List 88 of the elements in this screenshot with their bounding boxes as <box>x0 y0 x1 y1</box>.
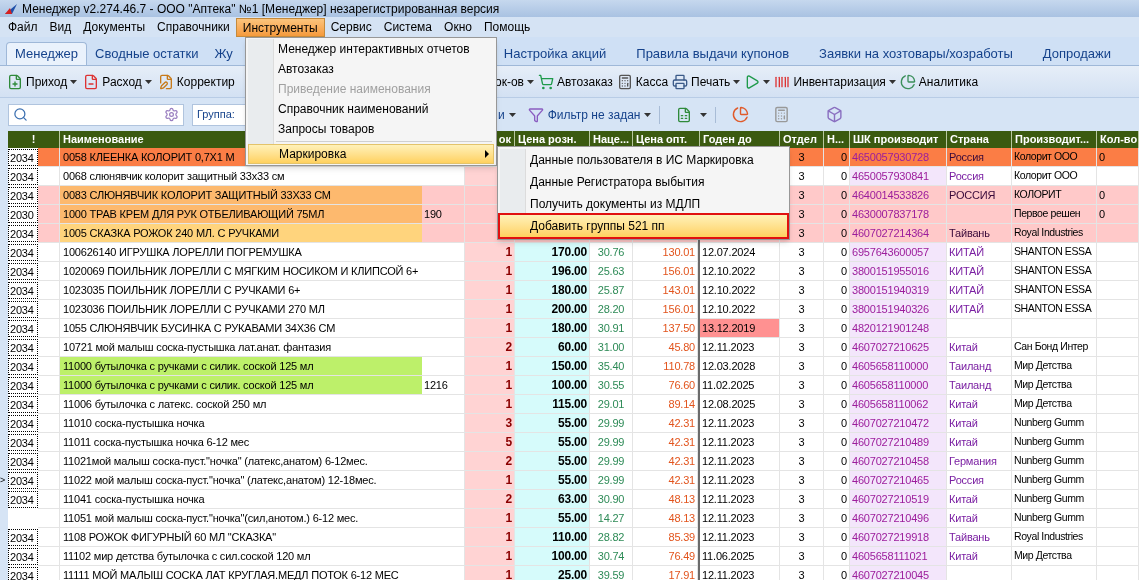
table-cell: 39.59 <box>590 566 633 580</box>
table-cell: 3800151940326 <box>850 300 947 319</box>
table-cell: 2034 <box>8 244 38 261</box>
table-cell: 100.00 <box>515 376 590 395</box>
table-cell: 3800151955016 <box>850 262 947 281</box>
table-cell: 2 <box>465 338 515 357</box>
table-cell: 2034 <box>8 548 38 565</box>
table-cell: 2034 <box>8 567 38 580</box>
table-cell: 2030 <box>8 206 38 223</box>
table-cell: 1 <box>465 319 515 338</box>
table-cell: 2034 <box>8 149 38 166</box>
table-cell: 180.00 <box>515 319 590 338</box>
table-cell: 1 <box>465 300 515 319</box>
table-cell: 1000 ТРАВ КРЕМ ДЛЯ РУК ОТБЕЛИВАЮЩИЙ 75МЛ <box>60 205 422 224</box>
table-cell: 2034 <box>8 339 38 356</box>
table-cell: 2034 <box>8 396 38 413</box>
table-cell: 4607027210472 <box>850 414 947 433</box>
table-cell: 2034 <box>8 187 38 204</box>
table-cell: 0083 СЛЮНЯВЧИК КОЛОРИТ ЗАЩИТНЫЙ 33Х33 СМ <box>60 186 422 205</box>
table-cell: 2034 <box>8 282 38 299</box>
table-cell: 12.11.2023 <box>700 566 780 580</box>
table-cell: 110.00 <box>515 528 590 547</box>
table-cell: 1 <box>465 281 515 300</box>
table-cell: 11000 бутылочка с ручками с силик. соской 125 мл <box>60 376 422 395</box>
table-cell: 1 <box>465 471 515 490</box>
table-cell: 1 <box>465 547 515 566</box>
table-cell: 2 <box>465 452 515 471</box>
table-cell: 2034 <box>8 377 38 394</box>
table-cell: 13.12.2019 <box>700 319 780 338</box>
table-cell: 1 <box>465 509 515 528</box>
table-cell: 1005 СКАЗКА РОЖОК 240 МЛ. С РУЧКАМИ <box>60 224 422 243</box>
table-cell: 2034 <box>8 472 38 489</box>
table-cell: 150.00 <box>515 357 590 376</box>
table-cell: 4605658111021 <box>850 547 947 566</box>
table-cell: 4607027210496 <box>850 509 947 528</box>
table-cell: 2034 <box>8 491 38 508</box>
table-cell: 196.00 <box>515 262 590 281</box>
table-cell: 170.00 <box>515 243 590 262</box>
table-cell: 4605658110062 <box>850 395 947 414</box>
table-cell: 1 <box>465 262 515 281</box>
table-cell: 2034 <box>8 453 38 470</box>
table-cell: 2034 <box>8 225 38 242</box>
table-cell: 3 <box>465 414 515 433</box>
table-cell: 1 <box>465 376 515 395</box>
table-cell: 1 <box>465 528 515 547</box>
table-cell: 5 <box>465 433 515 452</box>
table-cell: 4607027210458 <box>850 452 947 471</box>
table-cell: 2034 <box>8 358 38 375</box>
table-cell: 2034 <box>8 168 38 185</box>
table-cell: 200.00 <box>515 300 590 319</box>
table-cell: 2034 <box>8 263 38 280</box>
table-cell: 4607027219918 <box>850 528 947 547</box>
table-cell: 55.00 <box>515 414 590 433</box>
table-cell: 3 <box>780 566 824 580</box>
table-cell: 2034 <box>8 301 38 318</box>
table-cell: 63.00 <box>515 490 590 509</box>
table-cell: 25.00 <box>515 566 590 580</box>
table-cell: 180.00 <box>515 281 590 300</box>
table-cell: 2034 <box>8 434 38 451</box>
table-cell: 6957643600057 <box>850 243 947 262</box>
table-cell: 55.00 <box>515 433 590 452</box>
table-cell: 4605658110000 <box>850 376 947 395</box>
table-cell: 2034 <box>8 320 38 337</box>
table-cell: 55.00 <box>515 509 590 528</box>
table-cell: 1 <box>465 243 515 262</box>
window-title: Менеджер v2.274.46.7 - ООО "Аптека" №1 [Менеджер] незарегистрированная версия <box>22 0 500 18</box>
table-cell: 100.00 <box>515 547 590 566</box>
table-cell: 2034 <box>8 415 38 432</box>
table-cell: 4820121901248 <box>850 319 947 338</box>
table-cell: 1 <box>465 566 515 580</box>
table-cell: 1 <box>465 357 515 376</box>
table-cell: 4607027210045 <box>850 566 947 580</box>
table-cell: 1 <box>465 395 515 414</box>
table-cell: 60.00 <box>515 338 590 357</box>
table-cell: 55.00 <box>515 452 590 471</box>
table-cell: 2034 <box>8 529 38 546</box>
table-cell: 115.00 <box>515 395 590 414</box>
table-cell: 11000 бутылочка с ручками с силик. соской 125 мл <box>60 357 422 376</box>
table-cell: 2 <box>465 490 515 509</box>
table-cell: 4607027210465 <box>850 471 947 490</box>
table-cell: 11111 МОЙ МАЛЫШ СОСКА ЛАТ КРУГЛАЯ.МЕДЛ ПОТОК 6-12 МЕС <box>60 566 422 580</box>
table-cell: 4607027210625 <box>850 338 947 357</box>
table-cell: 4607027210489 <box>850 433 947 452</box>
table-cell: 55.00 <box>515 471 590 490</box>
table-cell: 4605658110000 <box>850 357 947 376</box>
table-cell: 3800151940319 <box>850 281 947 300</box>
table-cell: 4650057930841 <box>850 167 947 186</box>
table-cell: 4607027210519 <box>850 490 947 509</box>
